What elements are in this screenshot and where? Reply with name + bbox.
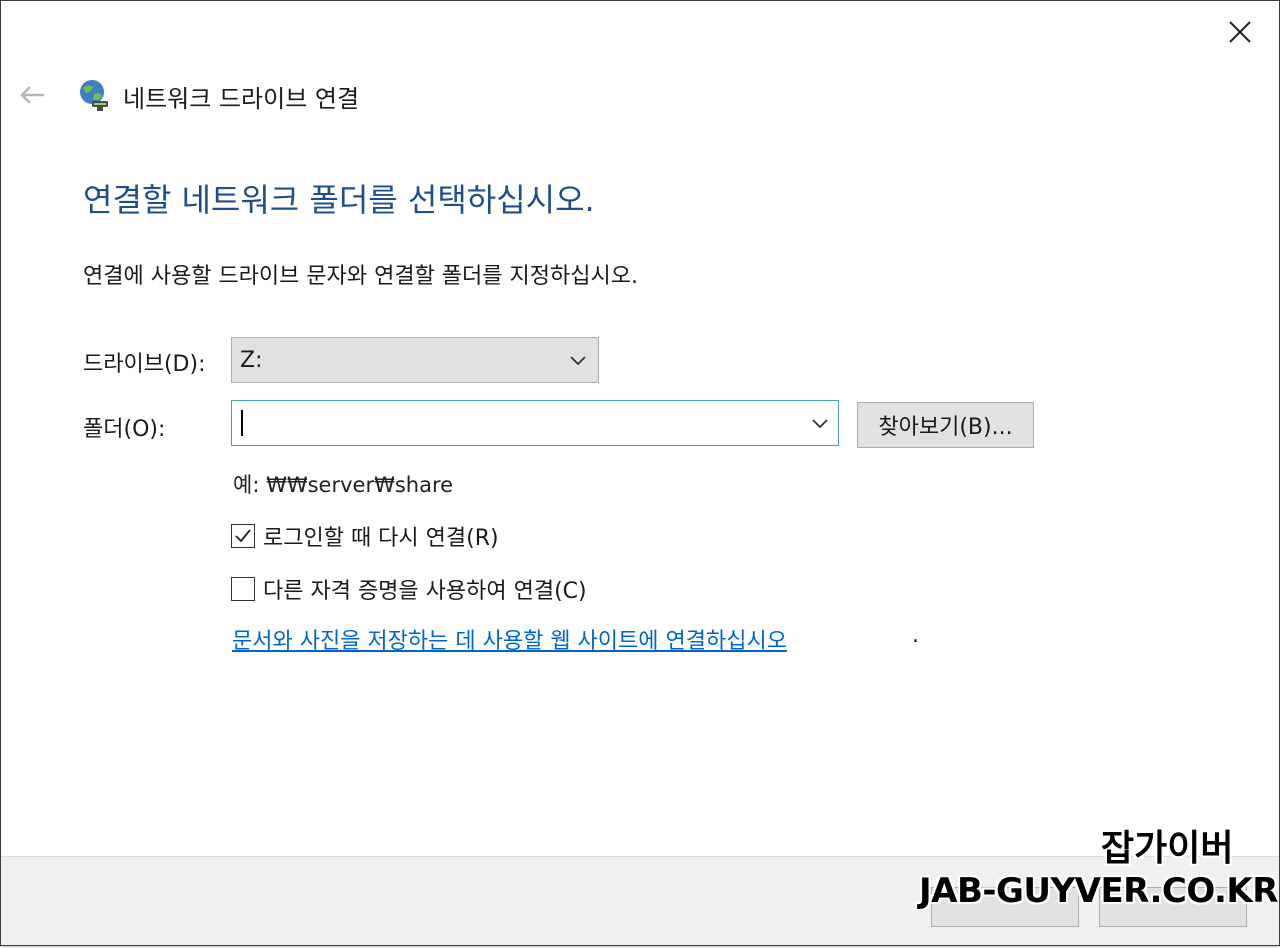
chevron-down-icon[interactable] <box>810 413 830 433</box>
map-network-drive-dialog: 네트워크 드라이브 연결 연결할 네트워크 폴더를 선택하십시오. 연결에 사용… <box>0 0 1280 946</box>
reconnect-label: 로그인할 때 다시 연결(R) <box>263 526 499 551</box>
watermark-korean: 잡가이버 <box>1101 828 1234 869</box>
example-path: 예: ₩₩server₩share <box>233 473 454 497</box>
close-button[interactable] <box>1215 9 1265 55</box>
instruction-text: 연결에 사용할 드라이브 문자와 연결할 폴더를 지정하십시오. <box>83 264 638 289</box>
watermark-english: JAB-GUYVER.CO.KR <box>919 871 1278 911</box>
close-icon <box>1229 21 1251 43</box>
drive-select[interactable]: Z: <box>231 337 599 383</box>
folder-label: 폴더(O): <box>83 417 166 442</box>
reconnect-checkbox[interactable] <box>231 524 255 548</box>
folder-combobox[interactable] <box>231 400 839 446</box>
website-link[interactable]: 문서와 사진을 저장하는 데 사용할 웹 사이트에 연결하십시오 <box>232 623 787 655</box>
window-title: 네트워크 드라이브 연결 <box>123 85 360 113</box>
page-heading: 연결할 네트워크 폴더를 선택하십시오. <box>83 181 595 219</box>
link-period: . <box>912 623 919 648</box>
folder-input[interactable] <box>232 401 802 445</box>
text-caret <box>241 410 243 436</box>
checkmark-icon <box>235 529 251 543</box>
credentials-checkbox-row[interactable]: 다른 자격 증명을 사용하여 연결(C) <box>231 575 587 604</box>
reconnect-checkbox-row[interactable]: 로그인할 때 다시 연결(R) <box>231 522 499 551</box>
browse-button[interactable]: 찾아보기(B)... <box>857 402 1034 448</box>
back-button[interactable] <box>17 81 47 109</box>
drive-value: Z: <box>240 347 263 373</box>
chevron-down-icon <box>570 356 586 366</box>
credentials-label: 다른 자격 증명을 사용하여 연결(C) <box>263 579 587 604</box>
arrow-left-icon <box>20 86 44 104</box>
credentials-checkbox[interactable] <box>231 577 255 601</box>
network-drive-icon <box>80 80 108 111</box>
drive-label: 드라이브(D): <box>83 352 206 377</box>
